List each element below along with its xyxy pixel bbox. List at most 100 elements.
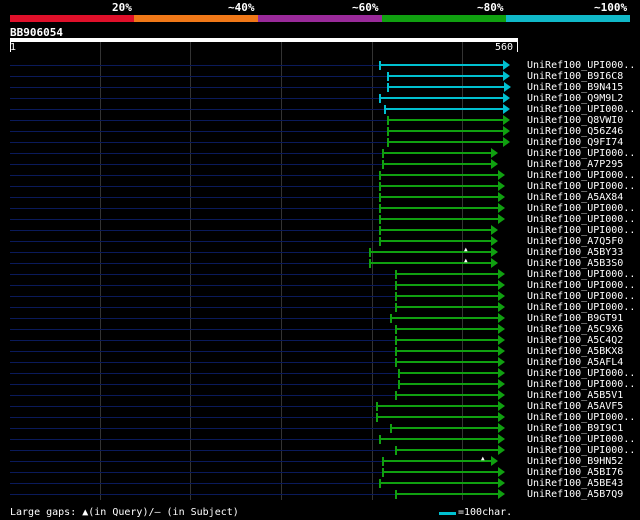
hit-label[interactable]: UniRef100_Q56Z46 (527, 126, 623, 137)
hit-label[interactable]: UniRef100_UPI000.. (527, 412, 635, 423)
hit-row[interactable]: UniRef100_A5B5V1 (0, 390, 640, 401)
hit-alignment-bar[interactable] (395, 350, 498, 352)
hit-label[interactable]: UniRef100_B9N415 (527, 82, 623, 93)
hit-row[interactable]: UniRef100_A5AVF5 (0, 401, 640, 412)
hit-row[interactable]: UniRef100_UPI000.. (0, 170, 640, 181)
hit-alignment-bar[interactable] (379, 174, 498, 176)
hit-alignment-bar[interactable] (379, 207, 498, 209)
hit-alignment-bar[interactable] (379, 196, 498, 198)
hit-label[interactable]: UniRef100_A5BI76 (527, 467, 623, 478)
hit-row[interactable]: UniRef100_UPI000.. (0, 368, 640, 379)
hit-label[interactable]: UniRef100_Q9M9L2 (527, 93, 623, 104)
hit-alignment-bar[interactable] (395, 273, 498, 275)
hit-row[interactable]: ▲ UniRef100_B9HN52 (0, 455, 640, 467)
hit-label[interactable]: UniRef100_A5AFL4 (527, 357, 623, 368)
hit-label[interactable]: UniRef100_Q9FI74 (527, 137, 623, 148)
hit-row[interactable]: UniRef100_UPI000.. (0, 148, 640, 159)
hit-label[interactable]: UniRef100_UPI000.. (527, 203, 635, 214)
hit-alignment-bar[interactable] (379, 64, 503, 66)
hit-alignment-bar[interactable] (376, 416, 498, 418)
hit-label[interactable]: UniRef100_A5BY33 (527, 247, 623, 258)
hit-row[interactable]: UniRef100_Q9M9L2 (0, 93, 640, 104)
hit-row[interactable]: UniRef100_UPI000.. (0, 214, 640, 225)
hit-row[interactable]: UniRef100_UPI000.. (0, 203, 640, 214)
hit-alignment-bar[interactable] (379, 438, 498, 440)
hit-alignment-bar[interactable] (395, 339, 498, 341)
hit-alignment-bar[interactable] (379, 229, 491, 231)
hit-row[interactable]: UniRef100_UPI000.. (0, 181, 640, 192)
hit-row[interactable]: UniRef100_A5BI76 (0, 467, 640, 478)
hit-label[interactable]: UniRef100_UPI000.. (527, 181, 635, 192)
hit-label[interactable]: UniRef100_UPI000.. (527, 379, 635, 390)
hit-row[interactable]: UniRef100_B9GT91 (0, 313, 640, 324)
hit-label[interactable]: UniRef100_UPI000.. (527, 148, 635, 159)
hit-alignment-bar[interactable] (382, 163, 491, 165)
hit-alignment-bar[interactable] (382, 471, 498, 473)
hit-alignment-bar[interactable] (395, 361, 498, 363)
hit-alignment-bar[interactable] (395, 284, 498, 286)
hit-alignment-bar[interactable] (390, 317, 498, 319)
hit-row[interactable]: UniRef100_A5C9X6 (0, 324, 640, 335)
hit-row[interactable]: UniRef100_A5C4Q2 (0, 335, 640, 346)
hit-alignment-bar[interactable] (379, 218, 498, 220)
hit-row[interactable]: UniRef100_UPI000.. (0, 379, 640, 390)
hit-label[interactable]: UniRef100_A5BE43 (527, 478, 623, 489)
hit-alignment-bar[interactable] (382, 152, 491, 154)
hit-row[interactable]: UniRef100_A5BE43 (0, 478, 640, 489)
hit-label[interactable]: UniRef100_B9I6C8 (527, 71, 623, 82)
hit-alignment-bar[interactable] (395, 328, 498, 330)
hit-alignment-bar[interactable] (395, 306, 498, 308)
hit-alignment-bar[interactable] (369, 262, 491, 264)
hit-label[interactable]: UniRef100_Q8VWI0 (527, 115, 623, 126)
hit-alignment-bar[interactable] (387, 75, 503, 77)
hit-row[interactable]: UniRef100_B9N415 (0, 82, 640, 93)
hit-alignment-bar[interactable] (376, 405, 498, 407)
hit-label[interactable]: UniRef100_A5BKX8 (527, 346, 623, 357)
hit-label[interactable]: UniRef100_UPI000.. (527, 60, 635, 71)
hit-alignment-bar[interactable] (398, 372, 498, 374)
hit-alignment-bar[interactable] (398, 383, 498, 385)
hit-alignment-bar[interactable] (387, 119, 503, 121)
hit-label[interactable]: UniRef100_B9GT91 (527, 313, 623, 324)
hit-row[interactable]: UniRef100_A5AFL4 (0, 357, 640, 368)
hit-label[interactable]: UniRef100_UPI000.. (527, 445, 635, 456)
hit-alignment-bar[interactable] (390, 427, 498, 429)
hit-alignment-bar[interactable] (379, 240, 491, 242)
hit-label[interactable]: UniRef100_A5B7Q9 (527, 489, 623, 500)
hit-row[interactable]: UniRef100_Q8VWI0 (0, 115, 640, 126)
hit-label[interactable]: UniRef100_UPI000.. (527, 225, 635, 236)
hit-alignment-bar[interactable] (395, 449, 498, 451)
hit-alignment-bar[interactable] (387, 141, 503, 143)
hit-row[interactable]: UniRef100_A7P295 (0, 159, 640, 170)
hit-alignment-bar[interactable] (395, 394, 498, 396)
hit-row[interactable]: UniRef100_UPI000.. (0, 291, 640, 302)
hit-label[interactable]: UniRef100_B9HN52 (527, 456, 623, 467)
hit-label[interactable]: UniRef100_UPI000.. (527, 434, 635, 445)
hit-row[interactable]: UniRef100_UPI000.. (0, 445, 640, 456)
hit-row[interactable]: UniRef100_Q56Z46 (0, 126, 640, 137)
hit-row[interactable]: UniRef100_UPI000.. (0, 280, 640, 291)
hit-alignment-bar[interactable] (379, 185, 498, 187)
hit-label[interactable]: UniRef100_A5C9X6 (527, 324, 623, 335)
hit-label[interactable]: UniRef100_A5AVF5 (527, 401, 623, 412)
hit-alignment-bar[interactable] (387, 130, 503, 132)
hit-label[interactable]: UniRef100_A5C4Q2 (527, 335, 623, 346)
hit-alignment-bar[interactable] (395, 493, 498, 495)
hit-row[interactable]: UniRef100_Q9FI74 (0, 137, 640, 148)
hit-alignment-bar[interactable] (384, 108, 503, 110)
hit-label[interactable]: UniRef100_A5B3S0 (527, 258, 623, 269)
hit-row[interactable]: UniRef100_UPI000.. (0, 60, 640, 71)
hit-row[interactable]: UniRef100_A5B7Q9 (0, 489, 640, 500)
hit-label[interactable]: UniRef100_UPI000.. (527, 368, 635, 379)
hit-row[interactable]: UniRef100_A5AX84 (0, 192, 640, 203)
hit-alignment-bar[interactable] (382, 460, 491, 462)
hit-row[interactable]: UniRef100_A5BKX8 (0, 346, 640, 357)
hit-label[interactable]: UniRef100_UPI000.. (527, 104, 635, 115)
hit-row[interactable]: UniRef100_UPI000.. (0, 225, 640, 236)
hit-alignment-bar[interactable] (395, 295, 498, 297)
hit-label[interactable]: UniRef100_A7Q5F0 (527, 236, 623, 247)
hit-row[interactable]: UniRef100_UPI000.. (0, 269, 640, 280)
hit-row[interactable]: UniRef100_UPI000.. (0, 434, 640, 445)
hit-label[interactable]: UniRef100_A5B5V1 (527, 390, 623, 401)
hit-label[interactable]: UniRef100_A7P295 (527, 159, 623, 170)
